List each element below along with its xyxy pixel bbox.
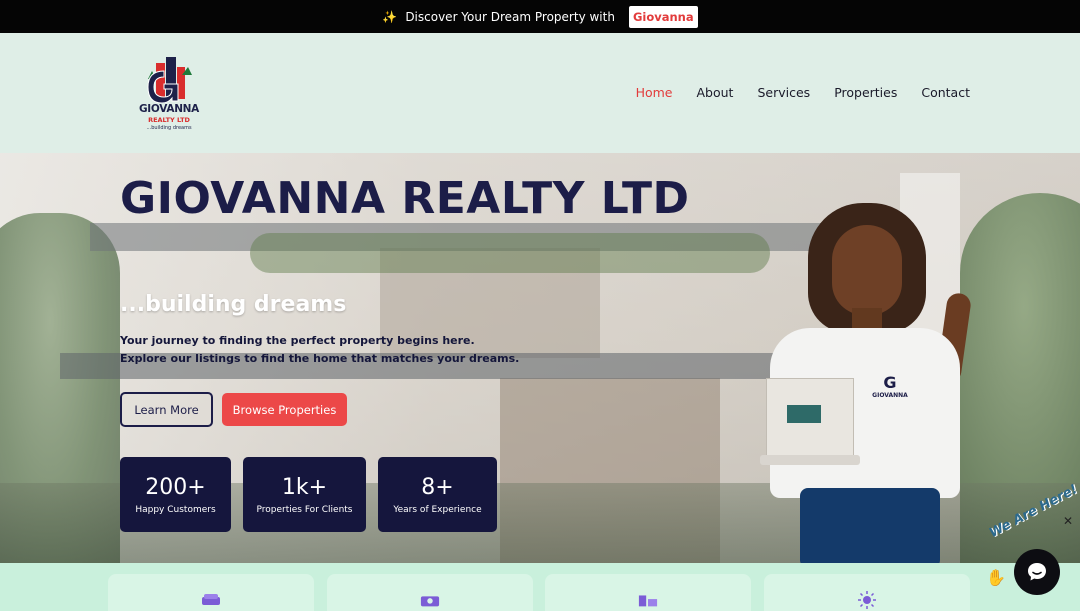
stat-label: Properties For Clients xyxy=(256,504,353,515)
stat-label: Happy Customers xyxy=(135,504,216,515)
stat-value: 200+ xyxy=(145,474,206,500)
camera-icon xyxy=(420,592,440,608)
chat-bubble-icon xyxy=(1028,563,1046,581)
stat-value: 8+ xyxy=(421,474,454,500)
model-house-base xyxy=(760,455,860,465)
chat-close-icon[interactable]: ✕ xyxy=(1062,514,1074,528)
model-house xyxy=(766,378,854,458)
agent-skirt xyxy=(800,488,940,563)
building-icon xyxy=(638,592,658,608)
site-header: GIOVANNA REALTY LTD ...building dreams H… xyxy=(0,33,1080,153)
nav-about[interactable]: About xyxy=(697,85,734,100)
hero-description-line-2: Explore our listings to find the home th… xyxy=(120,352,520,365)
feature-card[interactable] xyxy=(764,574,970,611)
hero-agent-image: G GIOVANNA xyxy=(760,203,990,563)
agent-shirt-logo: G GIOVANNA xyxy=(870,373,910,399)
stat-properties: 1k+ Properties For Clients xyxy=(243,457,366,532)
hero-roof-plants xyxy=(250,233,770,273)
stat-happy-customers: 200+ Happy Customers xyxy=(120,457,231,532)
nav-contact[interactable]: Contact xyxy=(921,85,970,100)
nav-services[interactable]: Services xyxy=(757,85,810,100)
hero-description-line-1: Your journey to finding the perfect prop… xyxy=(120,334,475,347)
hero-subtitle: ...building dreams xyxy=(120,292,347,317)
logo-building-icon xyxy=(147,57,192,103)
shirt-logo-mark-icon: G xyxy=(883,373,897,392)
learn-more-button[interactable]: Learn More xyxy=(120,392,213,427)
agent-face xyxy=(832,225,902,315)
waving-hand-icon: ✋ xyxy=(986,568,1006,587)
nav-properties[interactable]: Properties xyxy=(834,85,897,100)
feature-card[interactable] xyxy=(545,574,751,611)
features-section xyxy=(0,563,1080,611)
chat-widget: ✕ We Are Here! ✋ xyxy=(986,482,1080,611)
hero-title: GIOVANNA REALTY LTD xyxy=(120,173,690,224)
hero-section: GIOVANNA REALTY LTD ...building dreams Y… xyxy=(0,153,1080,563)
chat-open-button[interactable] xyxy=(1014,549,1060,595)
logo-name: GIOVANNA xyxy=(138,103,199,115)
logo-ltd: REALTY LTD xyxy=(148,116,190,124)
feature-card[interactable] xyxy=(327,574,533,611)
browse-properties-button[interactable]: Browse Properties xyxy=(222,393,347,426)
announcement-bar: ✨ Discover Your Dream Property with Giov… xyxy=(0,0,1080,33)
sun-icon xyxy=(857,591,877,609)
hero-description: Your journey to finding the perfect prop… xyxy=(120,332,519,368)
shirt-logo-text: GIOVANNA xyxy=(872,392,908,399)
main-nav: Home About Services Properties Contact xyxy=(636,85,970,100)
nav-home[interactable]: Home xyxy=(636,85,673,100)
feature-card[interactable] xyxy=(108,574,314,611)
sparkle-icon: ✨ xyxy=(382,9,398,24)
stat-value: 1k+ xyxy=(281,474,328,500)
stat-years-experience: 8+ Years of Experience xyxy=(378,457,497,532)
announcement-text: Discover Your Dream Property with xyxy=(405,9,615,24)
logo-tagline: ...building dreams xyxy=(146,125,192,131)
site-logo[interactable]: GIOVANNA REALTY LTD ...building dreams xyxy=(132,55,206,135)
sofa-icon xyxy=(201,592,221,608)
announcement-brand-pill[interactable]: Giovanna xyxy=(628,5,698,28)
stat-label: Years of Experience xyxy=(393,504,482,515)
model-house-window xyxy=(787,405,821,423)
